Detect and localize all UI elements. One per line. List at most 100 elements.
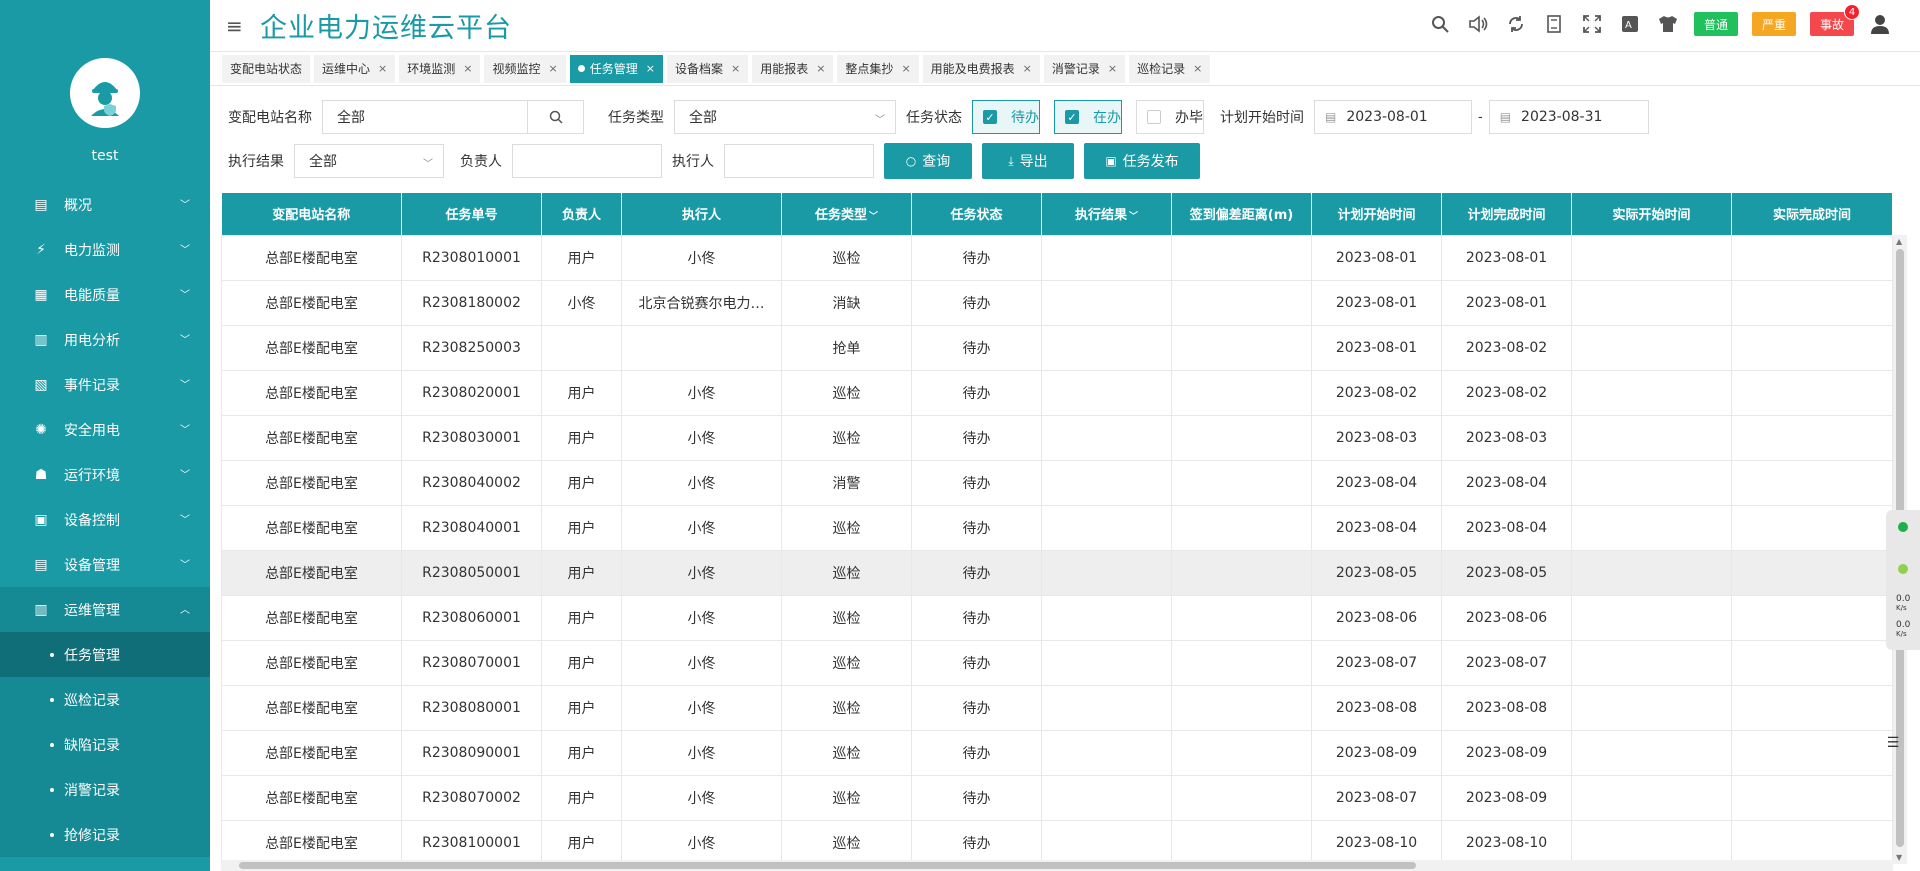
- page-tab[interactable]: 运维中心 ×: [314, 54, 396, 83]
- owner-input[interactable]: [512, 144, 662, 178]
- table-row[interactable]: 总部E楼配电室 R2308040001 用户 小佟 巡检 待办 2023-08-04 2023…: [221, 504, 1893, 551]
- table-cell: R2308070001: [401, 639, 542, 686]
- table-row[interactable]: 总部E楼配电室 R2308180002 小佟 北京合锐赛尔电力… 消缺 待办 2023-08…: [221, 279, 1893, 326]
- sidebar-item[interactable]: ▥ 用电分析 ﹀: [0, 317, 210, 362]
- table-row[interactable]: 总部E楼配电室 R2308040002 用户 小佟 消警 待办 2023-08-04 2023…: [221, 459, 1893, 506]
- sidebar-subitem[interactable]: 巡检记录: [0, 677, 210, 722]
- network-speed-panel[interactable]: 0.0 K/s 0.0 K/s: [1886, 510, 1920, 650]
- table-cell: 小佟: [621, 774, 782, 821]
- table-cell: [1041, 549, 1172, 596]
- result-select[interactable]: 全部 ﹀: [294, 144, 444, 178]
- bullet-icon: [50, 697, 54, 702]
- scroll-down-icon[interactable]: ▼: [1896, 853, 1902, 862]
- page-tab[interactable]: 消警记录 ×: [1043, 54, 1126, 83]
- column-header[interactable]: 执行结果 ﹀: [1041, 193, 1172, 235]
- table-row[interactable]: 总部E楼配电室 R2308030001 用户 小佟 巡检 待办 2023-08-03 2023…: [221, 414, 1893, 461]
- table-cell: 2023-08-10: [1441, 819, 1572, 864]
- sidebar-item[interactable]: ⚡ 电力监测 ﹀: [0, 227, 210, 272]
- avatar[interactable]: [70, 58, 140, 128]
- sidebar-subitem[interactable]: 任务管理: [0, 632, 210, 677]
- query-button[interactable]: ○ 查询: [884, 143, 972, 179]
- horizontal-scroll-thumb[interactable]: [239, 862, 1416, 869]
- settings-sliders-icon[interactable]: ☰: [1883, 733, 1903, 753]
- close-icon[interactable]: ×: [731, 62, 740, 75]
- table-row[interactable]: 总部E楼配电室 R2308070001 用户 小佟 巡检 待办 2023-08-07 2023…: [221, 639, 1893, 686]
- close-icon[interactable]: ×: [463, 62, 472, 75]
- close-icon[interactable]: ×: [549, 62, 558, 75]
- sidebar-subitem[interactable]: 缺陷记录: [0, 722, 210, 767]
- page-tab[interactable]: 整点集抄 ×: [837, 54, 919, 83]
- close-icon[interactable]: ×: [901, 62, 910, 75]
- sidebar-item[interactable]: ▦ 电能质量 ﹀: [0, 272, 210, 317]
- page-tab[interactable]: 用能及电费报表 ×: [922, 54, 1040, 83]
- table-cell: 总部E楼配电室: [221, 369, 402, 416]
- sidebar-item[interactable]: ▣ 设备控制 ﹀: [0, 497, 210, 542]
- sidebar-item[interactable]: ▤ 概况 ﹀: [0, 182, 210, 227]
- book-icon[interactable]: [1542, 12, 1566, 36]
- sidebar-item[interactable]: ▥ 运维管理 ︿: [0, 587, 210, 632]
- alarm-label: 严重: [1761, 17, 1786, 32]
- table-row[interactable]: 总部E楼配电室 R2308020001 用户 小佟 巡检 待办 2023-08-02 2023…: [221, 369, 1893, 416]
- table-cell: 待办: [911, 819, 1042, 864]
- table-row[interactable]: 总部E楼配电室 R2308060001 用户 小佟 巡检 待办 2023-08-06 2023…: [221, 594, 1893, 641]
- page-tab[interactable]: 环境监测 ×: [399, 54, 481, 83]
- close-icon[interactable]: ×: [816, 62, 825, 75]
- sidebar-subitem[interactable]: 消警记录: [0, 767, 210, 812]
- status-checkbox[interactable]: 办毕: [1136, 100, 1204, 134]
- close-icon[interactable]: ×: [1023, 62, 1032, 75]
- table-row[interactable]: 总部E楼配电室 R2308080001 用户 小佟 巡检 待办 2023-08-08 2023…: [221, 684, 1893, 731]
- refresh-icon[interactable]: [1504, 12, 1528, 36]
- table-row[interactable]: 总部E楼配电室 R2308070002 用户 小佟 巡检 待办 2023-08-07 2023…: [221, 774, 1893, 821]
- close-icon[interactable]: ×: [1108, 62, 1117, 75]
- page-tab[interactable]: 视频监控 ×: [484, 54, 566, 83]
- user-icon[interactable]: [1868, 12, 1892, 36]
- sidebar-subitem[interactable]: 抢修记录: [0, 812, 210, 857]
- horizontal-scrollbar[interactable]: [221, 860, 1893, 871]
- table-row[interactable]: 总部E楼配电室 R2308050001 用户 小佟 巡检 待办 2023-08-05 2023…: [221, 549, 1893, 596]
- column-header[interactable]: 任务类型 ﹀: [781, 193, 912, 235]
- page-tab[interactable]: 变配电站状态: [222, 54, 311, 83]
- sidebar-item[interactable]: ▧ 事件记录 ﹀: [0, 362, 210, 407]
- sidebar-item[interactable]: ✎ 用户报告 ﹀: [0, 857, 210, 871]
- page-tab[interactable]: 用能报表 ×: [752, 54, 834, 83]
- fullscreen-icon[interactable]: [1580, 12, 1604, 36]
- table-cell: [1571, 549, 1732, 596]
- close-icon[interactable]: ×: [1193, 62, 1202, 75]
- station-select[interactable]: 全部: [322, 100, 528, 134]
- table-cell: 用户: [541, 459, 622, 506]
- task-type-select[interactable]: 全部 ﹀: [674, 100, 896, 134]
- alarm-badge[interactable]: 事故 4: [1809, 4, 1860, 36]
- page-tab[interactable]: 任务管理 ×: [569, 54, 663, 83]
- publish-task-button[interactable]: ▣ 任务发布: [1084, 143, 1200, 179]
- table-row[interactable]: 总部E楼配电室 R2308090001 用户 小佟 巡检 待办 2023-08-09 2023…: [221, 729, 1893, 776]
- sidebar-item[interactable]: ☗ 运行环境 ﹀: [0, 452, 210, 497]
- sidebar-item[interactable]: ✺ 安全用电 ﹀: [0, 407, 210, 452]
- sidebar-item-label: 电力监测: [64, 242, 120, 259]
- date-to-input[interactable]: ▤ 2023-08-31: [1488, 100, 1649, 134]
- close-icon[interactable]: ×: [378, 62, 387, 75]
- sidebar-item[interactable]: ▤ 设备管理 ﹀: [0, 542, 210, 587]
- search-icon[interactable]: [1428, 12, 1452, 36]
- close-icon[interactable]: ×: [646, 62, 655, 75]
- column-header-label: 变配电站名称: [272, 208, 351, 224]
- page-tab[interactable]: 设备档案 ×: [666, 54, 749, 83]
- menu-toggle-icon[interactable]: ≡: [226, 14, 246, 38]
- station-search-button[interactable]: [528, 100, 584, 134]
- scroll-up-icon[interactable]: ▲: [1896, 237, 1902, 246]
- volume-icon[interactable]: [1466, 12, 1490, 36]
- table-row[interactable]: 总部E楼配电室 R2308250003 抢单 待办 2023-08-01 2023-08-…: [221, 324, 1893, 371]
- table-row[interactable]: 总部E楼配电室 R2308010001 用户 小佟 巡检 待办 2023-08-01 2023…: [221, 234, 1893, 281]
- table-cell: [1041, 594, 1172, 641]
- table-cell: 用户: [541, 369, 622, 416]
- alarm-badge[interactable]: 严重: [1751, 12, 1796, 36]
- alarm-badge[interactable]: 普通: [1693, 12, 1738, 36]
- export-button[interactable]: ⤓ 导出: [982, 143, 1074, 179]
- status-checkbox[interactable]: ✓ 待办: [972, 100, 1040, 134]
- translate-icon[interactable]: A: [1618, 12, 1642, 36]
- date-from-input[interactable]: ▤ 2023-08-01: [1314, 100, 1472, 134]
- page-tab[interactable]: 巡检记录 ×: [1129, 54, 1211, 83]
- theme-shirt-icon[interactable]: [1656, 12, 1680, 36]
- table-row[interactable]: 总部E楼配电室 R2308100001 用户 小佟 巡检 待办 2023-08-10 2023…: [221, 819, 1893, 864]
- status-checkbox[interactable]: ✓ 在办: [1054, 100, 1122, 134]
- executor-input[interactable]: [724, 144, 874, 178]
